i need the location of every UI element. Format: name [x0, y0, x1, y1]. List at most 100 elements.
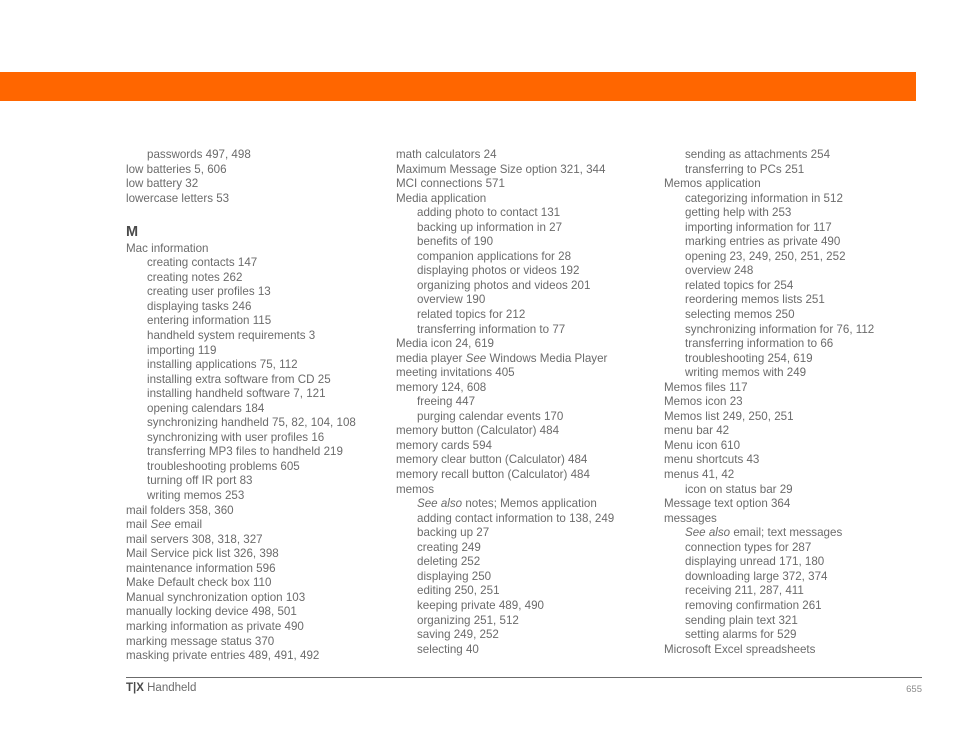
index-subentry: removing confirmation 261: [685, 598, 822, 612]
index-subentry: freeing 447: [417, 395, 476, 409]
index-subentry: saving 249, 252: [417, 628, 499, 642]
index-entry-text: email: [171, 518, 203, 532]
index-entry: Manual synchronization option 103: [126, 590, 306, 604]
index-subentry: adding photo to contact 131: [417, 206, 561, 220]
index-entry: menu shortcuts 43: [664, 453, 760, 467]
index-subentry: synchronizing with user profiles 16: [147, 430, 325, 444]
footer-product-name: Handheld: [143, 682, 197, 694]
footer-product-mark: T|X: [126, 682, 144, 694]
index-entry: marking message status 370: [126, 634, 275, 648]
index-subentry: transferring information to 77: [417, 322, 566, 336]
index-subentry: backing up information in 27: [417, 220, 563, 234]
index-subentry: creating contacts 147: [147, 256, 258, 270]
index-subentry: transferring MP3 files to handheld 219: [147, 445, 343, 459]
index-subentry: selecting memos 250: [685, 308, 795, 322]
index-subentry: writing memos with 249: [685, 366, 807, 380]
index-subentry: displaying photos or videos 192: [417, 264, 580, 278]
index-entry: menu bar 42: [664, 424, 730, 438]
index-subentry: creating 249: [417, 540, 481, 554]
index-subentry: sending plain text 321: [685, 613, 798, 627]
index-entry: meeting invitations 405: [396, 366, 515, 380]
footer-product-label: T|X Handheld: [126, 682, 196, 694]
index-entry-text: Windows Media Player: [486, 351, 608, 365]
index-subentry: overview 248: [685, 264, 754, 278]
index-columns: passwords 497, 498 low batteries 5, 606 lo…: [0, 148, 954, 662]
index-entry: Media icon 24, 619: [396, 337, 494, 351]
index-entry: masking private entries 489, 491, 492: [126, 649, 320, 663]
cross-reference-label: See: [465, 351, 487, 365]
index-entry: low battery 32: [126, 177, 199, 191]
index-entry: math calculators 24: [396, 148, 497, 161]
index-entry: manually locking device 498, 501: [126, 605, 297, 619]
index-entry: MCI connections 571: [396, 177, 505, 191]
index-subentry: receiving 211, 287, 411: [685, 584, 804, 598]
index-entry: marking information as private 490: [126, 619, 304, 633]
index-entry: menus 41, 42: [664, 468, 735, 482]
index-subentry: installing handheld software 7, 121: [147, 387, 326, 401]
index-entry-text: email; text messages: [730, 526, 843, 540]
index-subentry: overview 190: [417, 293, 486, 307]
index-entry: memory 124, 608: [396, 380, 487, 394]
index-entry: low batteries 5, 606: [126, 162, 227, 176]
index-entry: Menu icon 610: [664, 438, 741, 452]
index-subentry: setting alarms for 529: [685, 628, 797, 642]
cross-reference-label: See: [150, 518, 172, 532]
index-subentry: organizing 251, 512: [417, 613, 519, 627]
index-entry: media player See Windows Media Player: [396, 352, 658, 367]
index-subentry: troubleshooting problems 605: [147, 459, 300, 473]
index-subentry: troubleshooting 254, 619: [685, 351, 813, 365]
page-number: 655: [906, 684, 922, 695]
index-subentry: synchronizing handheld 75, 82, 104, 108: [147, 416, 356, 430]
index-entry: lowercase letters 53: [126, 191, 230, 205]
index-entry: Microsoft Excel spreadsheets: [664, 642, 816, 656]
index-entry: memory cards 594: [396, 438, 493, 452]
index-entry-text: notes; Memos application: [462, 497, 597, 511]
index-entry: Media application: [396, 191, 487, 205]
index-subentry: importing information for 117: [685, 220, 832, 234]
index-entry: memory recall button (Calculator) 484: [396, 468, 590, 482]
index-entry: Mac information: [126, 241, 209, 255]
index-column-2: math calculators 24 Maximum Message Size …: [396, 148, 658, 657]
index-subentry: installing extra software from CD 25: [147, 372, 331, 386]
index-subentry: benefits of 190: [417, 235, 494, 249]
index-subentry: categorizing information in 512: [685, 191, 843, 205]
index-subentry: purging calendar events 170: [417, 409, 564, 423]
index-subentry: adding contact information to 138, 249: [417, 511, 615, 525]
index-subentry: related topics for 212: [417, 308, 526, 322]
index-entry: maintenance information 596: [126, 561, 276, 575]
index-subentry: selecting 40: [417, 642, 479, 656]
index-subentry: displaying 250: [417, 569, 492, 583]
index-subentry: turning off IR port 83: [147, 474, 253, 488]
index-subentry: entering information 115: [147, 314, 272, 328]
index-entry: mail See email: [126, 518, 388, 533]
index-subentry: getting help with 253: [685, 206, 792, 220]
index-subentry: companion applications for 28: [417, 249, 572, 263]
index-entry-text: mail: [126, 518, 151, 532]
index-subentry: downloading large 372, 374: [685, 569, 828, 583]
index-subentry: transferring information to 66: [685, 337, 834, 351]
index-column-1: passwords 497, 498 low batteries 5, 606 lo…: [126, 148, 388, 664]
index-letter-heading: M: [126, 223, 139, 240]
index-column-3: sending as attachments 254 transferring t…: [664, 148, 946, 657]
index-subentry: creating user profiles 13: [147, 285, 271, 299]
index-subentry: transferring to PCs 251: [685, 162, 805, 176]
index-subentry: sending as attachments 254: [685, 148, 831, 161]
index-subentry: importing 119: [147, 343, 217, 357]
index-subentry: writing memos 253: [147, 489, 245, 503]
index-subentry: handheld system requirements 3: [147, 329, 316, 343]
index-entry: memory clear button (Calculator) 484: [396, 453, 588, 467]
index-entry: Mail Service pick list 326, 398: [126, 547, 279, 561]
index-subentry: See also email; text messages: [664, 526, 946, 541]
index-entry: Message text option 364: [664, 497, 791, 511]
index-entry: messages: [664, 511, 717, 525]
index-subentry: editing 250, 251: [417, 584, 500, 598]
index-subentry: deleting 252: [417, 555, 481, 569]
footer-divider: [126, 677, 922, 678]
index-entry: memos: [396, 482, 435, 496]
index-entry-text: media player: [396, 351, 466, 365]
cross-reference-label: See also: [417, 497, 463, 511]
cross-reference-label: See also: [685, 526, 731, 540]
index-subentry: icon on status bar 29: [685, 482, 793, 496]
index-subentry: backing up 27: [417, 526, 490, 540]
index-subentry: passwords 497, 498: [147, 148, 251, 161]
